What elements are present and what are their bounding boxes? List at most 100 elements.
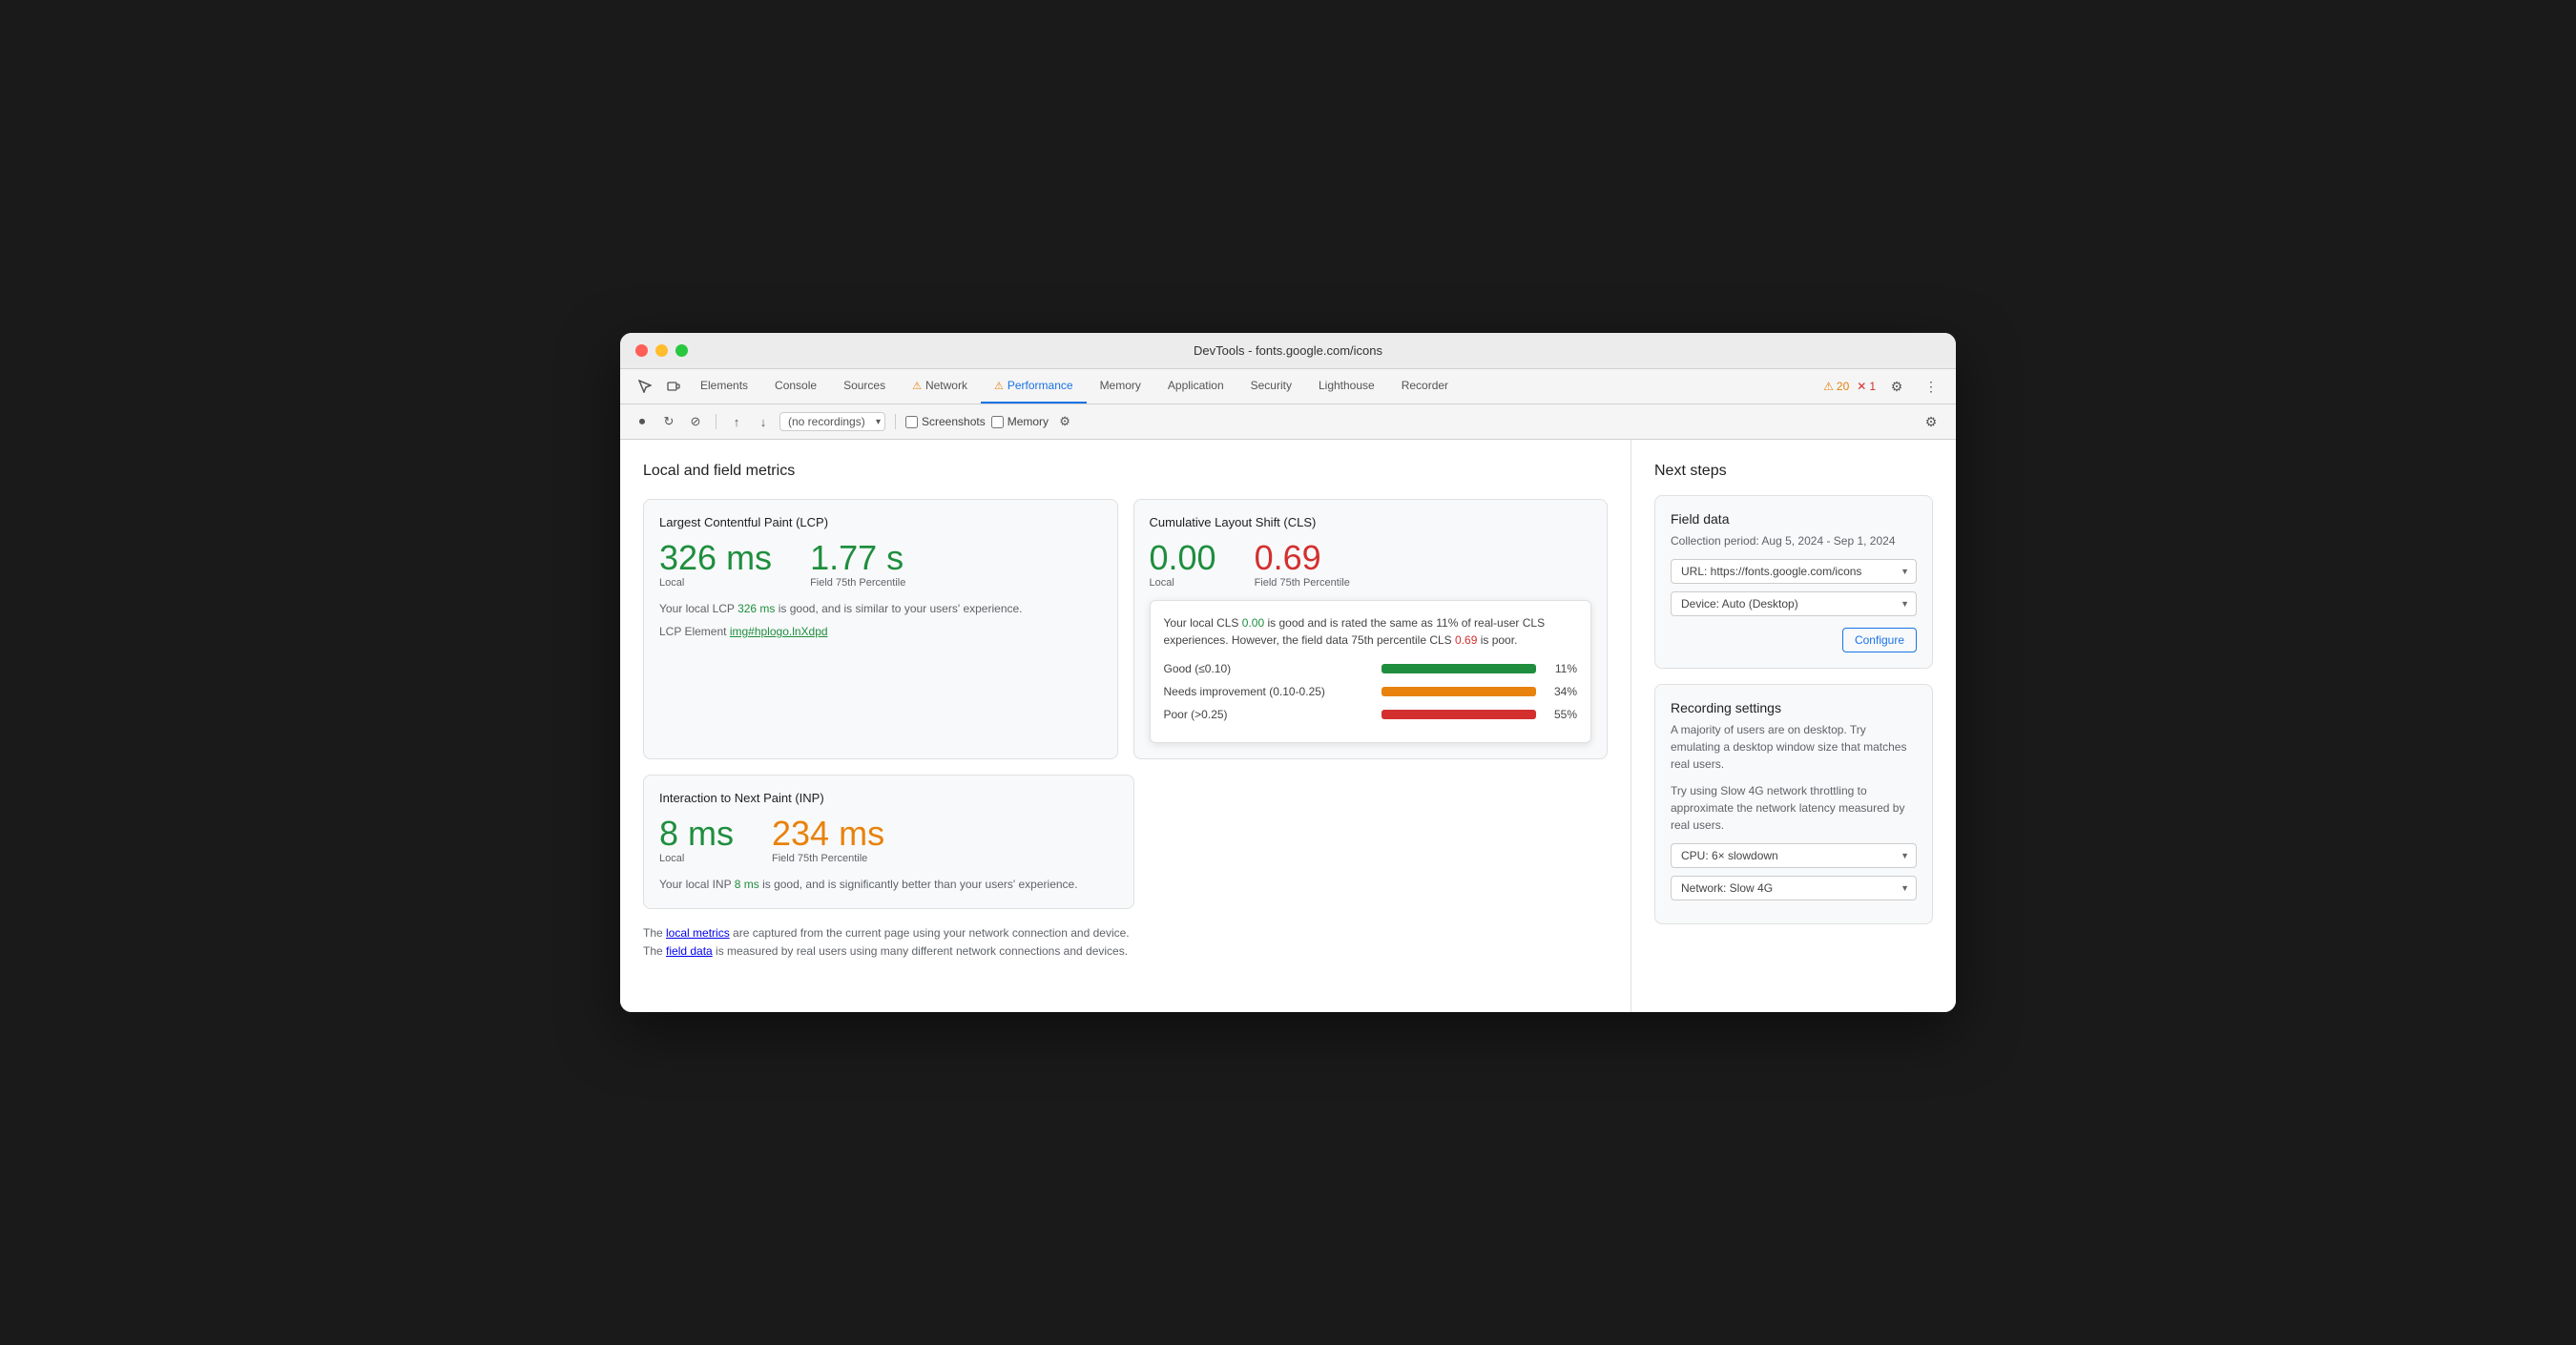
cls-bar-poor: Poor (>0.25) 55% xyxy=(1164,706,1578,723)
top-metric-row: Largest Contentful Paint (LCP) 326 ms Lo… xyxy=(643,499,1608,759)
sub-toolbar: ⏺ ↻ ⊘ ↑ ↓ (no recordings) ▾ Screenshots … xyxy=(620,404,1956,440)
tab-lighthouse[interactable]: Lighthouse xyxy=(1305,369,1388,404)
settings-icon[interactable]: ⚙ xyxy=(1883,373,1910,400)
cls-metric-values: 0.00 Local 0.69 Field 75th Percentile xyxy=(1150,541,1592,589)
recording-settings-title: Recording settings xyxy=(1671,700,1917,715)
tab-memory[interactable]: Memory xyxy=(1087,369,1154,404)
lcp-highlight-link[interactable]: 326 ms xyxy=(737,602,775,615)
record-button[interactable]: ⏺ xyxy=(632,411,653,432)
lcp-element-row: LCP Element img#hplogo.lnXdpd xyxy=(659,625,1102,638)
more-options-icon[interactable]: ⋮ xyxy=(1918,373,1944,400)
section-title: Local and field metrics xyxy=(643,463,1608,480)
nav-tabs: Elements Console Sources ⚠ Network ⚠ Per… xyxy=(687,369,1823,404)
network-throttle-select[interactable]: Network: Slow 4G xyxy=(1671,876,1917,900)
upload-button[interactable]: ↑ xyxy=(726,411,747,432)
warn-icon: ⚠ xyxy=(1823,380,1834,393)
cpu-select-container: CPU: 6× slowdown xyxy=(1671,843,1917,868)
recordings-select-wrapper: (no recordings) ▾ xyxy=(779,412,885,431)
empty-card-slot xyxy=(1150,775,1609,909)
screenshots-label: Screenshots xyxy=(922,415,986,428)
inspect-icon[interactable] xyxy=(632,373,658,400)
memory-checkbox[interactable] xyxy=(991,416,1004,428)
footer-note: The local metrics are captured from the … xyxy=(643,924,1608,961)
device-toggle-icon[interactable] xyxy=(660,373,687,400)
cls-field-value: 0.69 xyxy=(1255,541,1350,575)
screenshots-checkbox[interactable] xyxy=(905,416,918,428)
error-count: 1 xyxy=(1869,380,1876,393)
cls-popup: Your local CLS 0.00 is good and is rated… xyxy=(1150,600,1592,743)
cls-card-title: Cumulative Layout Shift (CLS) xyxy=(1150,515,1592,529)
tab-application[interactable]: Application xyxy=(1154,369,1237,404)
local-metrics-link[interactable]: local metrics xyxy=(666,926,730,940)
inp-field-value: 234 ms xyxy=(772,817,884,851)
gear-right-icon[interactable]: ⚙ xyxy=(1918,408,1944,435)
inp-card: Interaction to Next Paint (INP) 8 ms Loc… xyxy=(643,775,1134,909)
memory-checkbox-group[interactable]: Memory xyxy=(991,415,1049,428)
lcp-field-label: Field 75th Percentile xyxy=(810,577,905,589)
inp-desc: Your local INP 8 ms is good, and is sign… xyxy=(659,876,1118,893)
warning-badge[interactable]: ⚠ 20 xyxy=(1823,380,1849,393)
close-button[interactable] xyxy=(635,344,648,357)
tab-security[interactable]: Security xyxy=(1237,369,1305,404)
performance-warn-icon: ⚠ xyxy=(994,380,1004,392)
footer-line1: The local metrics are captured from the … xyxy=(643,924,1608,942)
maximize-button[interactable] xyxy=(675,344,688,357)
lcp-card: Largest Contentful Paint (LCP) 326 ms Lo… xyxy=(643,499,1118,759)
minimize-button[interactable] xyxy=(655,344,668,357)
tab-sources[interactable]: Sources xyxy=(830,369,899,404)
lcp-field-value: 1.77 s xyxy=(810,541,905,575)
error-icon: ✕ xyxy=(1857,380,1866,393)
lcp-local-value: 326 ms xyxy=(659,541,772,575)
tab-elements[interactable]: Elements xyxy=(687,369,761,404)
lcp-local-label: Local xyxy=(659,577,772,589)
field-data-card: Field data Collection period: Aug 5, 202… xyxy=(1654,495,1933,669)
lcp-desc: Your local LCP 326 ms is good, and is si… xyxy=(659,600,1102,617)
cpu-select-wrapper: CPU: 6× slowdown xyxy=(1671,843,1917,868)
device-select[interactable]: Device: Auto (Desktop) xyxy=(1671,591,1917,616)
tab-recorder[interactable]: Recorder xyxy=(1388,369,1462,404)
cls-bar-orange-visual xyxy=(1381,687,1537,696)
title-bar: DevTools - fonts.google.com/icons xyxy=(620,333,1956,369)
inp-card-title: Interaction to Next Paint (INP) xyxy=(659,791,1118,805)
lcp-card-title: Largest Contentful Paint (LCP) xyxy=(659,515,1102,529)
clear-button[interactable]: ⊘ xyxy=(685,411,706,432)
cls-local-block: 0.00 Local xyxy=(1150,541,1216,589)
settings-toolbar-icon[interactable]: ⚙ xyxy=(1054,411,1075,432)
inp-highlight-link[interactable]: 8 ms xyxy=(735,878,759,891)
cls-bars: Good (≤0.10) 11% Needs improvement (0.10… xyxy=(1164,660,1578,723)
screenshots-checkbox-group[interactable]: Screenshots xyxy=(905,415,986,428)
error-badge[interactable]: ✕ 1 xyxy=(1857,380,1876,393)
cpu-select[interactable]: CPU: 6× slowdown xyxy=(1671,843,1917,868)
download-button[interactable]: ↓ xyxy=(753,411,774,432)
tab-console[interactable]: Console xyxy=(761,369,830,404)
field-data-title: Field data xyxy=(1671,511,1917,527)
cls-bar-needs: Needs improvement (0.10-0.25) 34% xyxy=(1164,683,1578,700)
network-throttle-select-container: Network: Slow 4G xyxy=(1671,876,1917,900)
main-right-panel: Next steps Field data Collection period:… xyxy=(1631,440,1956,1012)
configure-row: Configure xyxy=(1671,624,1917,652)
toolbar-divider-2 xyxy=(895,414,896,429)
recording-settings-card: Recording settings A majority of users a… xyxy=(1654,684,1933,924)
bottom-metric-row: Interaction to Next Paint (INP) 8 ms Loc… xyxy=(643,775,1608,909)
lcp-element-link[interactable]: img#hplogo.lnXdpd xyxy=(730,625,828,638)
device-select-container: Device: Auto (Desktop) xyxy=(1671,591,1917,616)
refresh-record-button[interactable]: ↻ xyxy=(658,411,679,432)
nav-toolbar: Elements Console Sources ⚠ Network ⚠ Per… xyxy=(620,369,1956,404)
inp-field-block: 234 ms Field 75th Percentile xyxy=(772,817,884,864)
collection-period: Collection period: Aug 5, 2024 - Sep 1, … xyxy=(1671,532,1917,549)
network-warn-icon: ⚠ xyxy=(912,380,922,392)
memory-label: Memory xyxy=(1008,415,1049,428)
cls-local-label: Local xyxy=(1150,577,1216,589)
lcp-local-block: 326 ms Local xyxy=(659,541,772,589)
cls-local-value: 0.00 xyxy=(1150,541,1216,575)
configure-button[interactable]: Configure xyxy=(1842,628,1917,652)
field-data-link[interactable]: field data xyxy=(666,944,713,958)
url-select[interactable]: URL: https://fonts.google.com/icons xyxy=(1671,559,1917,584)
tab-performance[interactable]: ⚠ Performance xyxy=(981,369,1087,404)
recordings-select[interactable]: (no recordings) xyxy=(779,412,885,431)
tab-network[interactable]: ⚠ Network xyxy=(899,369,981,404)
sub-toolbar-right: ⚙ xyxy=(1918,408,1944,435)
url-select-container: URL: https://fonts.google.com/icons xyxy=(1671,559,1917,584)
cls-bar-green-visual xyxy=(1381,664,1537,673)
toolbar-right: ⚠ 20 ✕ 1 ⚙ ⋮ xyxy=(1823,373,1944,400)
